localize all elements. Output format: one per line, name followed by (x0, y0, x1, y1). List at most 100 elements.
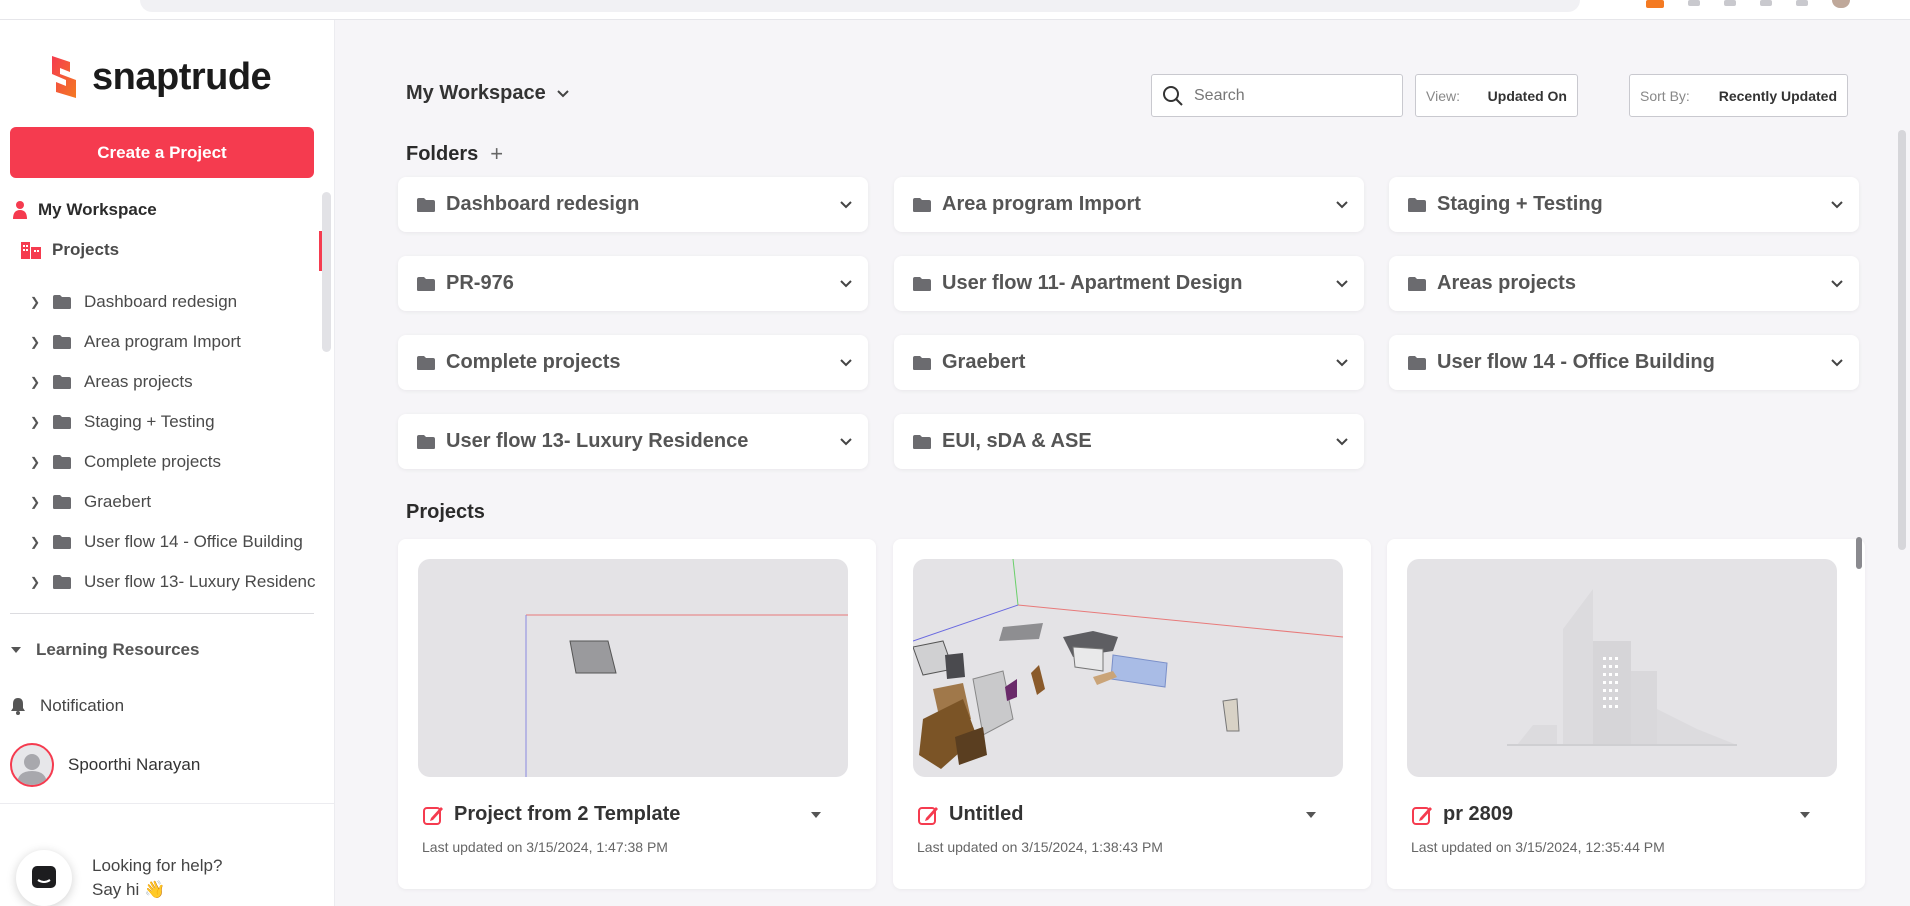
edit-icon[interactable] (422, 804, 444, 826)
browser-profile-icon[interactable] (1832, 0, 1850, 8)
folder-icon (53, 495, 71, 509)
project-name-row: Untitled (917, 803, 1337, 826)
project-updated: Last updated on 3/15/2024, 12:35:44 PM (1411, 839, 1665, 855)
chevron-down-icon[interactable] (1336, 279, 1348, 288)
chevron-down-icon[interactable] (1336, 358, 1348, 367)
puzzle-icon[interactable] (1688, 0, 1700, 6)
tree-item[interactable]: ❯ User flow 14 - Office Building (30, 522, 325, 562)
folder-icon (53, 295, 71, 309)
view-select[interactable]: View: Updated On (1415, 74, 1578, 117)
folder-icon (417, 276, 435, 291)
chevron-right-icon[interactable]: ❯ (30, 455, 40, 469)
folder-card[interactable]: Graebert (894, 335, 1364, 390)
tree-item[interactable]: ❯ Staging + Testing (30, 402, 325, 442)
chat-launcher-button[interactable] (16, 850, 72, 906)
tree-item-label: User flow 13- Luxury Residenc (84, 572, 316, 591)
extension-icon[interactable] (1646, 0, 1664, 8)
sidebar-item-projects[interactable]: Projects (20, 240, 119, 260)
folder-icon (53, 375, 71, 389)
project-thumbnail[interactable] (913, 559, 1343, 777)
tree-item[interactable]: ❯ Area program Import (30, 322, 325, 362)
folder-card[interactable]: PR-976 (398, 256, 868, 311)
project-thumbnail[interactable] (1407, 559, 1837, 777)
logo[interactable]: snaptrude (46, 54, 272, 100)
chevron-down-icon[interactable] (840, 437, 852, 446)
edit-icon[interactable] (1411, 804, 1433, 826)
user-profile[interactable]: Spoorthi Narayan (10, 743, 200, 787)
folder-name: Staging + Testing (1437, 193, 1603, 215)
learning-resources-toggle[interactable]: Learning Resources (10, 640, 199, 660)
folder-card[interactable]: Complete projects (398, 335, 868, 390)
page-scrollbar[interactable] (1898, 130, 1906, 550)
chevron-down-icon[interactable] (840, 358, 852, 367)
chevron-down-icon[interactable] (1831, 358, 1843, 367)
chevron-right-icon[interactable]: ❯ (30, 575, 40, 589)
sidebar-item-my-workspace[interactable]: My Workspace (12, 200, 157, 220)
project-name-row: Project from 2 Template (422, 803, 842, 826)
folder-card[interactable]: Staging + Testing (1389, 177, 1859, 232)
project-thumbnail[interactable] (418, 559, 848, 777)
chevron-down-icon[interactable] (1336, 437, 1348, 446)
edit-icon[interactable] (917, 804, 939, 826)
tree-item-label: User flow 14 - Office Building (84, 532, 303, 551)
workspace-dropdown[interactable]: My Workspace (406, 82, 570, 105)
folder-card[interactable]: User flow 11- Apartment Design (894, 256, 1364, 311)
bookmark-icon[interactable] (1760, 0, 1772, 6)
address-bar[interactable] (140, 0, 1580, 12)
caret-down-icon[interactable] (1305, 811, 1317, 819)
tree-item[interactable]: ❯ Areas projects (30, 362, 325, 402)
folder-card[interactable]: EUI, sDA & ASE (894, 414, 1364, 469)
caret-down-icon[interactable] (1799, 811, 1811, 819)
chevron-right-icon[interactable]: ❯ (30, 335, 40, 349)
sidepanel-icon[interactable] (1796, 0, 1808, 6)
sidebar: snaptrude Create a Project My Workspace … (0, 20, 335, 906)
project-name[interactable]: Project from 2 Template (454, 803, 800, 826)
buildings-icon (21, 242, 41, 259)
chevron-down-icon[interactable] (840, 200, 852, 209)
chevron-down-icon[interactable] (1336, 200, 1348, 209)
search-box[interactable] (1151, 74, 1403, 117)
create-project-button[interactable]: Create a Project (10, 127, 314, 178)
folder-name: User flow 14 - Office Building (1437, 351, 1715, 373)
project-card[interactable]: Untitled Last updated on 3/15/2024, 1:38… (893, 539, 1371, 889)
folder-icon (417, 197, 435, 212)
model-preview-image (913, 559, 1343, 769)
sort-select-label: Sort By: (1640, 87, 1690, 104)
project-card[interactable]: Project from 2 Template Last updated on … (398, 539, 876, 889)
snaptrude-logo-icon (52, 56, 76, 98)
folder-card[interactable]: Areas projects (1389, 256, 1859, 311)
chevron-right-icon[interactable]: ❯ (30, 295, 40, 309)
folder-name: Area program Import (942, 193, 1141, 215)
notification-item[interactable]: Notification (10, 696, 124, 716)
chevron-right-icon[interactable]: ❯ (30, 415, 40, 429)
folder-card[interactable]: User flow 13- Luxury Residence (398, 414, 868, 469)
help-widget[interactable]: Looking for help? Say hi 👋 (16, 850, 222, 906)
folder-card[interactable]: Dashboard redesign (398, 177, 868, 232)
folder-card[interactable]: User flow 14 - Office Building (1389, 335, 1859, 390)
project-name[interactable]: Untitled (949, 803, 1295, 826)
chevron-down-icon[interactable] (840, 279, 852, 288)
tree-item[interactable]: ❯ Complete projects (30, 442, 325, 482)
projects-scrollbar[interactable] (1856, 537, 1862, 569)
search-input[interactable] (1194, 86, 1384, 105)
tree-item[interactable]: ❯ Graebert (30, 482, 325, 522)
sort-select[interactable]: Sort By: Recently Updated (1629, 74, 1848, 117)
chevron-right-icon[interactable]: ❯ (30, 375, 40, 389)
caret-down-icon[interactable] (810, 811, 822, 819)
projects-title: Projects (406, 501, 485, 523)
project-name[interactable]: pr 2809 (1443, 803, 1789, 826)
add-folder-button[interactable]: + (490, 141, 503, 167)
chevron-right-icon[interactable]: ❯ (30, 495, 40, 509)
tree-item[interactable]: ❯ User flow 13- Luxury Residenc (30, 562, 325, 602)
project-card[interactable]: pr 2809 Last updated on 3/15/2024, 12:35… (1387, 539, 1865, 889)
chevron-down-icon[interactable] (1831, 279, 1843, 288)
chevron-right-icon[interactable]: ❯ (30, 535, 40, 549)
folder-icon (913, 355, 931, 370)
folder-card[interactable]: Area program Import (894, 177, 1364, 232)
tree-item[interactable]: ❯ Dashboard redesign (30, 282, 325, 322)
projects-heading: Projects (406, 501, 485, 524)
folder-name: PR-976 (446, 272, 514, 294)
download-icon[interactable] (1724, 0, 1736, 6)
chevron-down-icon[interactable] (1831, 200, 1843, 209)
folder-icon (913, 197, 931, 212)
